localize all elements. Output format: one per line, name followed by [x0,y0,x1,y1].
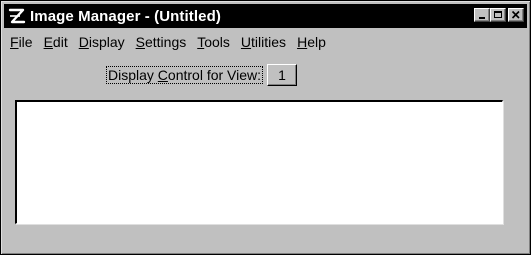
view-number-button[interactable]: 1 [267,64,298,86]
maximize-button[interactable] [490,8,506,22]
minimize-icon [479,17,485,19]
menu-edit-accel: E [43,34,53,50]
minimize-button[interactable] [474,8,490,22]
menu-file-accel: F [10,34,19,50]
menu-help-accel: H [297,34,308,50]
image-manager-app-icon[interactable] [7,6,27,26]
image-list[interactable] [15,100,503,224]
image-manager-window: Image Manager - (Untitled) File Edit Dis… [0,0,531,255]
menu-display[interactable]: Display [73,34,130,50]
close-button[interactable] [508,8,524,22]
menu-bar: File Edit Display Settings Tools Utiliti… [4,32,331,52]
menu-display-accel: D [78,34,89,50]
menu-help-label: elp [307,34,326,50]
view-number-label: 1 [278,67,286,83]
display-control-label-accel: C [157,67,168,83]
display-control-row: Display Control for View: 1 [106,64,298,86]
menu-settings-label: ettings [144,34,187,50]
menu-help[interactable]: Help [291,34,331,50]
menu-file[interactable]: File [4,34,38,50]
menu-utilities-label: tilities [251,34,287,50]
menu-settings-accel: S [135,34,145,50]
window-title: Image Manager - (Untitled) [30,7,221,25]
title-bar[interactable]: Image Manager - (Untitled) [4,4,527,28]
menu-settings[interactable]: Settings [130,34,192,50]
window-controls [474,8,524,22]
display-control-label[interactable]: Display Control for View: [106,66,264,84]
menu-tools-label: ools [204,34,230,50]
menu-edit-label: dit [52,34,68,50]
menu-utilities[interactable]: Utilities [235,34,291,50]
menu-display-label: isplay [88,34,125,50]
display-control-label-post: ontrol for View: [167,67,262,83]
menu-tools[interactable]: Tools [191,34,235,50]
menu-edit[interactable]: Edit [38,34,73,50]
maximize-icon [494,11,502,18]
display-control-label-pre: Display [108,67,158,83]
menu-file-label: ile [18,34,33,50]
menu-utilities-accel: U [240,34,252,50]
close-icon [511,10,520,19]
